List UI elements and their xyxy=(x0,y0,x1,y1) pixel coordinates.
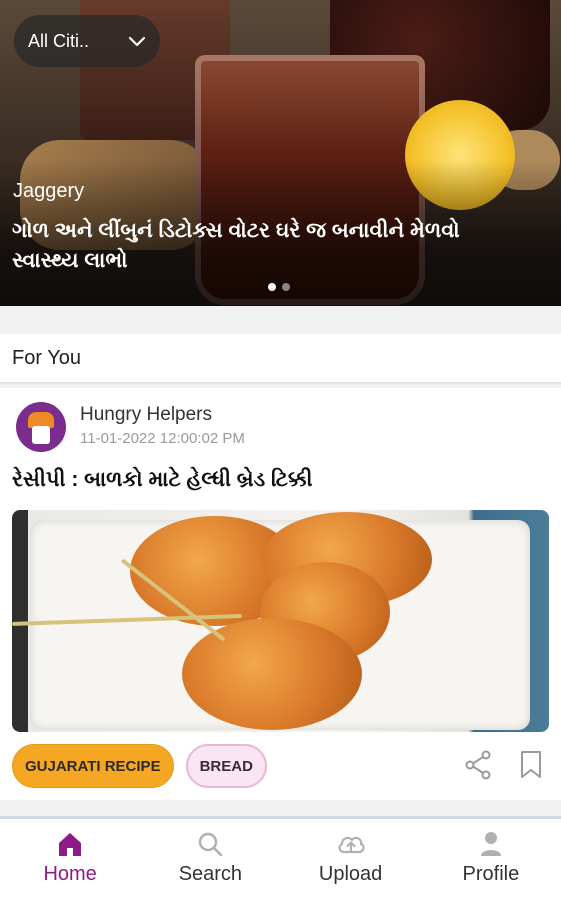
hero-category: Jaggery xyxy=(13,180,85,202)
tag-list: GUJARATI RECIPE BREAD xyxy=(12,744,267,788)
nav-home-label: Home xyxy=(43,863,97,885)
avatar-face xyxy=(32,426,50,444)
search-icon xyxy=(199,832,223,857)
nav-search[interactable]: Search xyxy=(140,819,280,900)
person-icon xyxy=(480,832,501,856)
section-title: For You xyxy=(12,346,81,369)
post-card[interactable]: Hungry Helpers 11-01-2022 12:00:02 PM રે… xyxy=(0,388,561,800)
nav-upload[interactable]: Upload xyxy=(281,819,421,900)
bottom-navigation: Home Search Upload Profile xyxy=(0,816,561,900)
hero-headline[interactable]: ગોળ અને લીંબુનં ડિટોક્સ વોટર ઘરે જ બનાવી… xyxy=(12,216,492,276)
post-image[interactable] xyxy=(12,510,549,732)
nav-home[interactable]: Home xyxy=(0,819,140,900)
tag-gujarati-recipe[interactable]: GUJARATI RECIPE xyxy=(12,744,174,788)
nav-profile[interactable]: Profile xyxy=(421,819,561,900)
nav-upload-label: Upload xyxy=(318,863,383,885)
carousel-indicator xyxy=(268,283,290,291)
post-date: 11-01-2022 12:00:02 PM xyxy=(80,430,245,447)
share-icon[interactable] xyxy=(464,750,492,780)
author-name[interactable]: Hungry Helpers xyxy=(80,404,212,426)
for-you-header: For You xyxy=(0,334,561,384)
author-avatar[interactable] xyxy=(16,402,66,452)
carousel-dot-active[interactable] xyxy=(268,283,276,291)
nav-profile-label: Profile xyxy=(462,863,520,885)
home-icon xyxy=(59,833,82,856)
post-image-tikki xyxy=(182,618,362,730)
carousel-dot[interactable] xyxy=(282,283,290,291)
post-title[interactable]: રેસીપી : બાળકો માટે હેલ્ધી બ્રેડ ટિક્કી xyxy=(12,468,313,492)
bookmark-icon[interactable] xyxy=(519,750,543,780)
featured-carousel[interactable]: All Citi.. Jaggery ગોળ અને લીંબુનં ડિટોક… xyxy=(0,0,561,306)
app-screen: All Citi.. Jaggery ગોળ અને લીંબુનં ડિટોક… xyxy=(0,0,561,900)
tag-bread[interactable]: BREAD xyxy=(185,744,267,788)
city-selector[interactable]: All Citi.. xyxy=(14,15,160,67)
city-selector-label: All Citi.. xyxy=(28,30,90,51)
cloud-upload-icon xyxy=(338,836,365,854)
nav-search-label: Search xyxy=(178,863,243,885)
chevron-down-icon xyxy=(128,36,146,47)
